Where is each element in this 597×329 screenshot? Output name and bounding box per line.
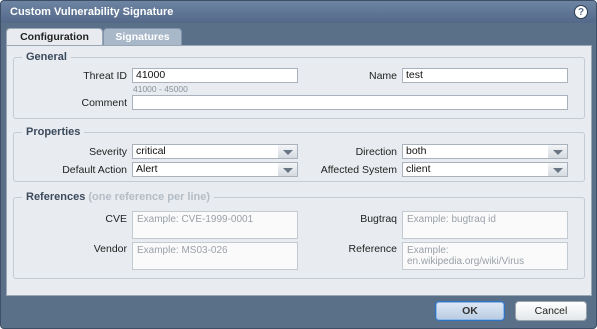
direction-select[interactable]: both bbox=[402, 144, 568, 159]
references-legend: References (one reference per line) bbox=[22, 191, 214, 203]
direction-label: Direction bbox=[355, 146, 397, 158]
tab-signatures[interactable]: Signatures bbox=[103, 28, 182, 45]
custom-vulnerability-signature-dialog: Custom Vulnerability Signature ? Configu… bbox=[0, 0, 597, 329]
tab-panel-configuration: General Threat ID 41000 41000 - 45000 Na… bbox=[6, 45, 592, 296]
threat-id-label: Threat ID bbox=[83, 70, 127, 82]
name-label: Name bbox=[368, 70, 397, 82]
severity-select[interactable]: critical bbox=[132, 144, 298, 159]
properties-legend: Properties bbox=[26, 126, 81, 138]
threat-id-input[interactable]: 41000 bbox=[132, 68, 298, 83]
default-action-value: Alert bbox=[132, 162, 279, 177]
default-action-label: Default Action bbox=[62, 164, 127, 176]
cancel-button[interactable]: Cancel bbox=[515, 301, 587, 321]
dialog-title: Custom Vulnerability Signature bbox=[10, 6, 174, 18]
chevron-down-icon[interactable] bbox=[548, 144, 568, 159]
comment-input[interactable] bbox=[132, 95, 568, 110]
vendor-textarea[interactable]: Example: MS03-026 bbox=[132, 242, 298, 270]
affected-system-label: Affected System bbox=[320, 164, 397, 176]
cve-label: CVE bbox=[105, 213, 127, 225]
vendor-label: Vendor bbox=[93, 243, 127, 255]
bugtraq-textarea[interactable]: Example: bugtraq id bbox=[402, 211, 568, 239]
ok-button[interactable]: OK bbox=[435, 301, 505, 321]
direction-value: both bbox=[402, 144, 549, 159]
name-input[interactable]: test bbox=[402, 68, 568, 83]
threat-id-range-hint: 41000 - 45000 bbox=[133, 84, 188, 94]
general-legend: General bbox=[26, 51, 67, 63]
bugtraq-label: Bugtraq bbox=[360, 213, 397, 225]
dialog-footer bbox=[1, 297, 596, 328]
chevron-down-icon[interactable] bbox=[548, 162, 568, 177]
chevron-down-icon[interactable] bbox=[278, 162, 298, 177]
affected-system-select[interactable]: client bbox=[402, 162, 568, 177]
references-legend-title: References bbox=[26, 191, 86, 203]
title-bar: Custom Vulnerability Signature ? bbox=[1, 1, 596, 23]
chevron-down-icon[interactable] bbox=[278, 144, 298, 159]
default-action-select[interactable]: Alert bbox=[132, 162, 298, 177]
help-icon[interactable]: ? bbox=[574, 5, 588, 19]
affected-system-value: client bbox=[402, 162, 549, 177]
tab-configuration[interactable]: Configuration bbox=[6, 28, 103, 46]
reference-textarea[interactable]: Example: en.wikipedia.org/wiki/Virus bbox=[402, 242, 568, 270]
comment-label: Comment bbox=[81, 97, 127, 109]
references-legend-hint: (one reference per line) bbox=[88, 191, 211, 203]
severity-value: critical bbox=[132, 144, 279, 159]
severity-label: Severity bbox=[89, 146, 127, 158]
cve-textarea[interactable]: Example: CVE-1999-0001 bbox=[132, 211, 298, 239]
reference-label: Reference bbox=[348, 243, 397, 255]
